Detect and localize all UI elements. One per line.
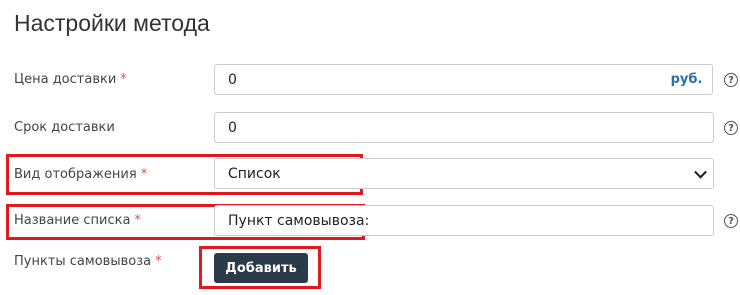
pickup-points-label: Пункты самовывоза *: [14, 254, 162, 269]
required-marker: *: [155, 254, 162, 269]
list-name-label: Название списка *: [14, 213, 141, 228]
required-marker: *: [134, 213, 141, 228]
delivery-time-label: Срок доставки: [14, 120, 115, 135]
page-title: Настройки метода: [14, 10, 210, 36]
display-type-select[interactable]: Список: [214, 158, 714, 189]
delivery-price-label: Цена доставки *: [14, 72, 127, 87]
help-icon[interactable]: ?: [724, 73, 738, 87]
required-marker: *: [140, 167, 148, 182]
help-icon[interactable]: ?: [724, 214, 738, 228]
help-icon[interactable]: ?: [724, 121, 738, 135]
currency-addon: руб.: [661, 64, 713, 95]
required-marker: *: [120, 72, 127, 87]
display-type-label: Вид отображения *: [14, 167, 148, 182]
add-button[interactable]: Добавить: [214, 253, 308, 283]
delivery-price-input[interactable]: 0: [214, 64, 662, 95]
chevron-down-icon: [694, 165, 707, 179]
delivery-time-input[interactable]: 0: [214, 112, 714, 143]
list-name-input[interactable]: Пункт самовывоза:: [214, 205, 714, 236]
